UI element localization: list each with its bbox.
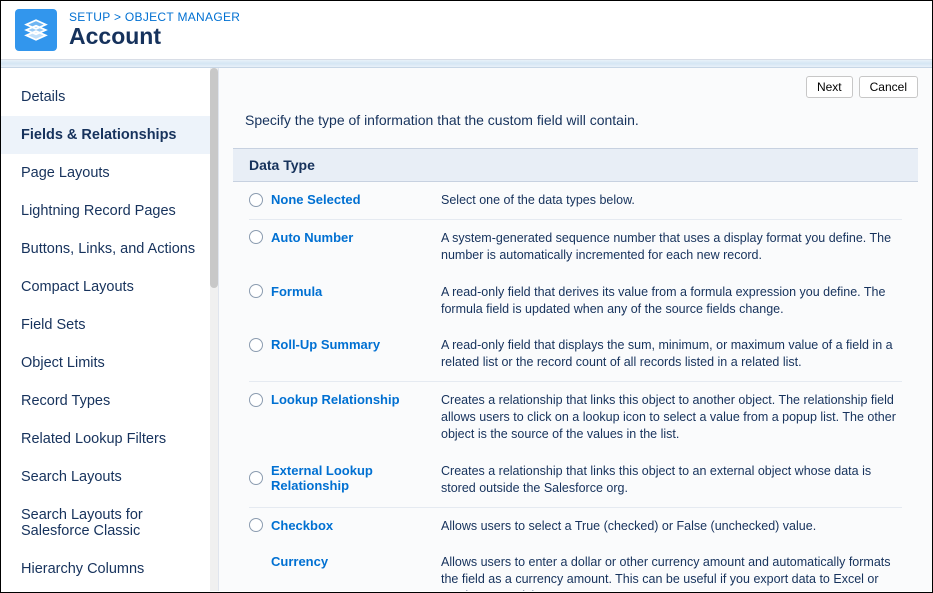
type-label: Currency <box>271 554 328 569</box>
sidebar-item-search-layouts[interactable]: Search Layouts <box>1 458 218 496</box>
data-type-header: Data Type <box>233 148 918 182</box>
type-label: Formula <box>271 284 322 299</box>
gradient-bar <box>1 60 932 68</box>
type-desc: Creates a relationship that links this o… <box>441 463 902 497</box>
breadcrumb-sep: > <box>114 10 121 24</box>
sidebar-item-object-limits[interactable]: Object Limits <box>1 344 218 382</box>
breadcrumb-setup[interactable]: SETUP <box>69 10 110 24</box>
next-button[interactable]: Next <box>806 76 853 98</box>
type-row-rollup[interactable]: Roll-Up Summary A read-only field that d… <box>233 327 918 381</box>
type-label: Checkbox <box>271 518 333 533</box>
top-buttons: Next Cancel <box>233 76 918 98</box>
radio-autonumber[interactable] <box>249 230 263 244</box>
page-title: Account <box>69 24 240 49</box>
type-desc: Select one of the data types below. <box>441 192 635 209</box>
radio-lookup[interactable] <box>249 393 263 407</box>
sidebar-item-compact-layouts[interactable]: Compact Layouts <box>1 268 218 306</box>
type-desc: A system-generated sequence number that … <box>441 230 902 264</box>
sidebar-item-fields-relationships[interactable]: Fields & Relationships <box>1 116 218 154</box>
sidebar-item-details[interactable]: Details <box>1 78 218 116</box>
radio-rollup[interactable] <box>249 338 263 352</box>
sidebar-item-hierarchy-columns[interactable]: Hierarchy Columns <box>1 550 218 588</box>
type-desc: Creates a relationship that links this o… <box>441 392 902 443</box>
breadcrumb-object-manager[interactable]: OBJECT MANAGER <box>125 10 240 24</box>
type-desc: Allows users to enter a dollar or other … <box>441 554 902 591</box>
sidebar-item-page-layouts[interactable]: Page Layouts <box>1 154 218 192</box>
type-row-external-lookup[interactable]: External Lookup Relationship Creates a r… <box>233 453 918 507</box>
object-manager-icon <box>15 9 57 51</box>
type-desc: A read-only field that derives its value… <box>441 284 902 318</box>
main-content: Next Cancel Specify the type of informat… <box>219 68 932 591</box>
type-row-currency[interactable]: Currency Allows users to enter a dollar … <box>233 544 918 591</box>
page-header: SETUP > OBJECT MANAGER Account <box>1 1 932 60</box>
type-label: Auto Number <box>271 230 353 245</box>
sidebar-item-search-layouts-classic[interactable]: Search Layouts for Salesforce Classic <box>1 496 218 550</box>
sidebar-item-field-sets[interactable]: Field Sets <box>1 306 218 344</box>
type-label: Roll-Up Summary <box>271 337 380 352</box>
sidebar-item-record-types[interactable]: Record Types <box>1 382 218 420</box>
type-label: None Selected <box>271 192 361 207</box>
type-row-formula[interactable]: Formula A read-only field that derives i… <box>233 274 918 328</box>
radio-checkbox[interactable] <box>249 518 263 532</box>
type-label: Lookup Relationship <box>271 392 400 407</box>
sidebar-item-related-lookup-filters[interactable]: Related Lookup Filters <box>1 420 218 458</box>
sidebar-item-buttons-links-actions[interactable]: Buttons, Links, and Actions <box>1 230 218 268</box>
radio-none[interactable] <box>249 193 263 207</box>
type-row-checkbox[interactable]: Checkbox Allows users to select a True (… <box>233 508 918 545</box>
sidebar: Details Fields & Relationships Page Layo… <box>1 68 219 591</box>
type-row-none[interactable]: None Selected Select one of the data typ… <box>233 182 918 219</box>
type-row-lookup[interactable]: Lookup Relationship Creates a relationsh… <box>233 382 918 453</box>
sidebar-item-lightning-record-pages[interactable]: Lightning Record Pages <box>1 192 218 230</box>
radio-formula[interactable] <box>249 284 263 298</box>
type-desc: Allows users to select a True (checked) … <box>441 518 816 535</box>
type-row-autonumber[interactable]: Auto Number A system-generated sequence … <box>233 220 918 274</box>
cancel-button[interactable]: Cancel <box>859 76 918 98</box>
instruction-text: Specify the type of information that the… <box>233 104 918 148</box>
type-desc: A read-only field that displays the sum,… <box>441 337 902 371</box>
scrollbar[interactable] <box>210 68 218 591</box>
radio-external-lookup[interactable] <box>249 471 263 485</box>
type-label: External Lookup Relationship <box>271 463 429 493</box>
breadcrumb: SETUP > OBJECT MANAGER <box>69 10 240 24</box>
